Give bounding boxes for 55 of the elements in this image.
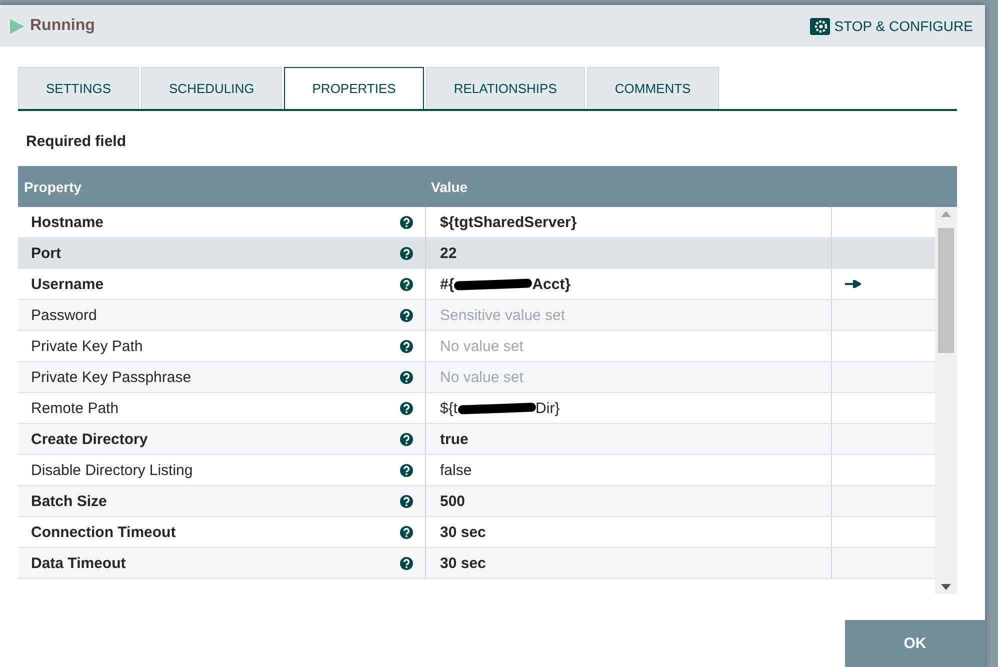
required-field-note: Required field [26,133,128,152]
play-icon [10,18,24,34]
scroll-down-icon[interactable] [941,584,951,590]
property-name: Port [31,244,61,262]
help-icon[interactable] [400,556,413,570]
property-name: Create Directory [31,430,148,448]
property-value[interactable]: true [425,424,832,454]
property-value[interactable]: ${t Dir} [425,393,832,423]
tab[interactable]: RELATIONSHIPS [426,67,585,109]
column-header: Value [430,178,469,194]
column-header: Property [23,178,83,194]
property-value[interactable]: 30 sec [425,548,832,578]
property-name: Password [31,306,97,324]
property-name: Private Key Path [31,338,143,354]
property-name: Disable Directory Listing [31,462,193,478]
property-row[interactable]: Data Timeout 30 sec [18,548,935,579]
property-value[interactable]: false [425,455,832,485]
scrollbar[interactable] [935,207,957,594]
help-icon[interactable] [400,526,413,538]
help-icon[interactable] [400,370,413,384]
property-row[interactable]: Port 22 [18,238,935,269]
help-icon[interactable] [400,278,413,290]
property-name: Batch Size [31,492,107,510]
property-name: Connection Timeout [31,524,176,540]
property-value[interactable]: 22 [425,238,832,268]
help-icon[interactable] [400,246,413,260]
tab[interactable]: PROPERTIES [284,67,424,109]
help-icon[interactable] [400,340,413,352]
help-icon[interactable] [400,216,413,228]
property-row[interactable]: Batch Size 500 [18,486,935,517]
property-name: Username [31,276,104,292]
stop-configure-button[interactable]: STOP & CONFIGURE [810,18,973,34]
property-value[interactable]: 500 [425,486,832,516]
tab[interactable]: SETTINGS [18,67,140,109]
property-value[interactable]: ${tgtSharedServer} [425,207,832,237]
gear-icon [810,18,830,34]
arrow-right-icon[interactable] [845,280,861,288]
property-name: Private Key Passphrase [31,368,192,386]
help-icon[interactable] [400,402,413,414]
property-name: Data Timeout [31,554,126,572]
help-icon[interactable] [400,494,413,508]
status-label: Running [30,17,95,35]
property-row[interactable]: Private Key Passphrase No value set [18,362,935,393]
scrollbar-thumb[interactable] [938,228,954,353]
help-icon[interactable] [400,464,413,476]
property-row[interactable]: Create Directory true [18,424,935,455]
help-icon[interactable] [400,308,413,322]
property-name: Hostname [31,214,104,230]
help-icon[interactable] [400,432,413,446]
property-value[interactable]: 30 sec [425,517,832,547]
property-name: Remote Path [31,400,119,416]
tab[interactable]: SCHEDULING [141,67,282,109]
tab[interactable]: COMMENTS [586,67,719,109]
property-row[interactable]: Password Sensitive value set [18,300,935,331]
property-value[interactable]: #{ Acct} [425,269,832,299]
